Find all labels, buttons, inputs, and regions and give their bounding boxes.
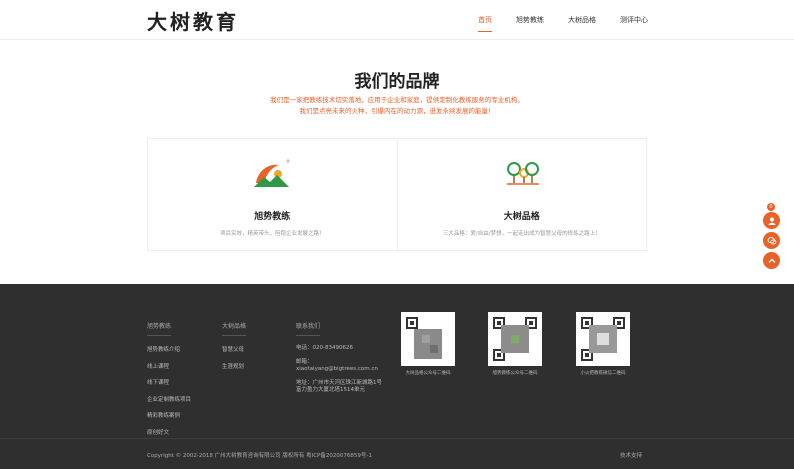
footer-link[interactable]: 企业定制教练项目: [147, 395, 191, 403]
brand-cards: 旭势教练 项目实效，精英带头，陪跑企业发展之路！ 大树品格 三大品格：爱/自由/…: [147, 138, 647, 251]
qr-code-2: 旭势教练公众号二维码: [488, 312, 542, 376]
contact-email-value[interactable]: xiaotaiyang@bigtrees.com.cn: [296, 366, 386, 373]
footer-link[interactable]: 智慧父母: [222, 345, 246, 353]
footer-col-title: 联系我们: [296, 321, 321, 336]
footer-col-contact: 联系我们 电话：020-83490626 邮箱： xiaotaiyang@big…: [296, 313, 386, 401]
qr-code-1: 大树品格公众号二维码: [401, 312, 455, 376]
brand-card-desc: 三大品格：爱/自由/梦想，一起走出成为智慧父母的修炼之路上！: [442, 231, 601, 237]
brand-section-title: 我们的品牌: [354, 72, 440, 92]
copyright-text: Copyright © 2002-2018 广州大树教育咨询有限公司 版权所有 …: [147, 453, 372, 459]
footer-link[interactable]: 线下课程: [147, 378, 191, 386]
qr-label: 旭势教练公众号二维码: [492, 371, 538, 376]
footer-divider: [0, 438, 794, 439]
footer-col-title: 大树品格: [222, 321, 247, 336]
qr-code-icon: [491, 315, 539, 363]
footer-link[interactable]: 旭势教练介绍: [147, 345, 191, 353]
qr-label: 大树品格公众号二维码: [405, 371, 451, 376]
footer-col-title: 旭势教练: [147, 321, 172, 336]
notification-badge: 0: [767, 203, 775, 211]
footer-link[interactable]: 线上课程: [147, 362, 191, 370]
contact-email: 邮箱： xiaotaiyang@bigtrees.com.cn: [296, 359, 386, 373]
site-footer: 旭势教练 旭势教练介绍 线上课程 线下课程 企业定制教练项目 精彩教练案例 原创…: [0, 284, 794, 469]
qr-code-3: 小火把教练微信二维码: [576, 312, 630, 376]
footer-link[interactable]: 生涯规划: [222, 362, 246, 370]
contact-address: 地址：广州市天河区珠江新城路1号富力盈力大厦北塔1514单元: [296, 380, 383, 393]
brand-card-title: 旭势教练: [254, 212, 291, 222]
main-nav: 首页 旭势教练 大树品格 测评中心: [478, 0, 648, 40]
back-to-top-button[interactable]: [763, 252, 780, 269]
person-icon: [768, 217, 775, 225]
wechat-button[interactable]: [763, 232, 780, 249]
footer-link[interactable]: 精彩教练案例: [147, 411, 191, 419]
footer-col-dashu: 大树品格 智慧父母 生涯规划: [222, 313, 247, 378]
brand-desc-line-2: 我们是点亮未来的火种，引爆内在的动力源，迸发永续发展的能量！: [299, 107, 495, 115]
tree-family-logo-icon: [506, 162, 539, 185]
brand-desc-line-1: 我们是一家把教练技术切实落地，应用于企业和家庭，提供定制化教练服务的专业机构。: [270, 96, 524, 104]
nav-assessment-center[interactable]: 测评中心: [620, 0, 648, 40]
footer-link[interactable]: 原创好文: [147, 428, 191, 436]
wechat-icon: [767, 236, 776, 244]
arrow-up-icon: [768, 258, 775, 263]
consult-chat-button[interactable]: [763, 212, 780, 229]
brand-card-dashu[interactable]: 大树品格 三大品格：爱/自由/梦想，一起走出成为智慧父母的修炼之路上！: [396, 139, 647, 250]
brand-card-desc: 项目实效，精英带头，陪跑企业发展之路！: [219, 231, 325, 237]
brand-card-title: 大树品格: [503, 212, 540, 222]
site-header: 大树教育 首页 旭势教练 大树品格 测评中心: [0, 0, 794, 40]
sunrise-mountain-logo-icon: [254, 159, 290, 187]
qr-code-icon: [404, 315, 452, 363]
contact-phone: 电话：020-83490626: [296, 345, 353, 351]
qr-label: 小火把教练微信二维码: [580, 371, 626, 376]
nav-xushi-coaching[interactable]: 旭势教练: [516, 0, 544, 40]
brand-card-xushi[interactable]: 旭势教练 项目实效，精英带头，陪跑企业发展之路！: [148, 139, 397, 250]
qr-code-icon: [579, 315, 627, 363]
brand-section-desc: 我们是一家把教练技术切实落地，应用于企业和家庭，提供定制化教练服务的专业机构。 …: [0, 95, 794, 117]
footer-col-xushi: 旭势教练 旭势教练介绍 线上课程 线下课程 企业定制教练项目 精彩教练案例 原创…: [147, 313, 191, 444]
contact-email-label: 邮箱：: [296, 359, 313, 365]
nav-dashu-character[interactable]: 大树品格: [568, 0, 596, 40]
site-logo[interactable]: 大树教育: [147, 6, 239, 35]
tech-support-link[interactable]: 技术支持: [620, 451, 642, 459]
nav-home[interactable]: 首页: [478, 0, 492, 40]
